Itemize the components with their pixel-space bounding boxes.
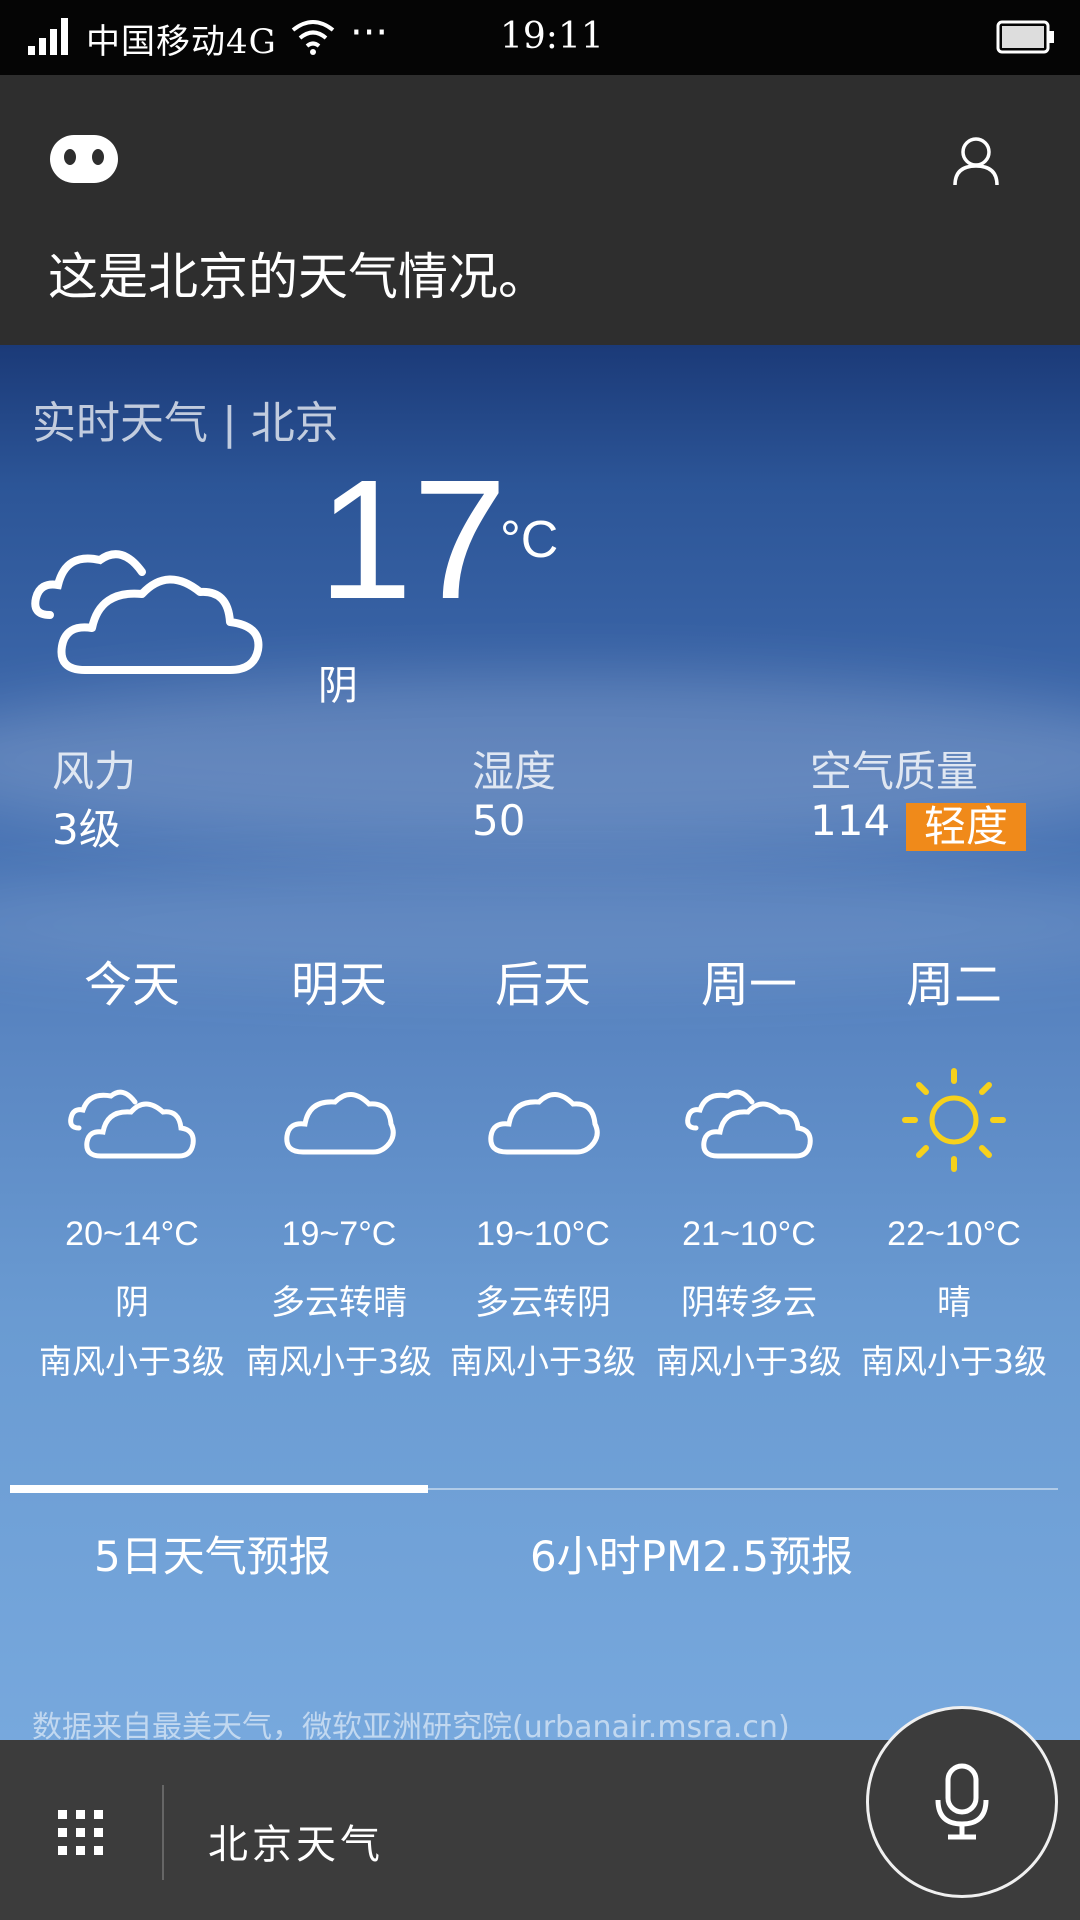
- status-bar: 中国移动4G ··· 19:11: [0, 0, 1080, 75]
- cloudy-icon: [31, 550, 263, 674]
- forecast-wind: 南风小于3级: [656, 1342, 842, 1381]
- clock: 19:11: [500, 16, 604, 57]
- user-profile-icon[interactable]: [952, 135, 1000, 187]
- forecast-day-name: 后天: [494, 957, 591, 1013]
- aqi-value: 114: [810, 796, 891, 845]
- forecast-temp: 20~14°C: [65, 1215, 199, 1253]
- apps-grid-icon[interactable]: [58, 1810, 104, 1856]
- forecast-day: 今天 20~14°C 阴 南风小于3级: [37, 945, 227, 1383]
- forecast-condition: 阴转多云: [681, 1283, 817, 1323]
- wifi-icon: [291, 20, 335, 55]
- weather-card: 实时天气 | 北京 17 °C 阴 风力 3级 湿度 50 空气质量 114 轻…: [0, 345, 1080, 1740]
- forecast-condition: 多云转阴: [475, 1283, 611, 1323]
- aqi-level-badge: 轻度: [906, 803, 1026, 851]
- current-condition: 阴: [318, 663, 358, 709]
- forecast-condition: 晴: [937, 1283, 971, 1323]
- tab-pm25-forecast[interactable]: 6小时PM2.5预报: [530, 1523, 853, 1584]
- tab-5day-forecast[interactable]: 5日天气预报: [94, 1523, 331, 1584]
- more-notifications-icon: ···: [350, 10, 389, 56]
- forecast-day-name: 明天: [290, 957, 387, 1013]
- forecast-day: 明天 19~7°C 多云转晴 南风小于3级: [244, 945, 434, 1383]
- aqi-label: 空气质量: [810, 747, 979, 796]
- bar-divider: [162, 1785, 164, 1880]
- wind-label: 风力: [52, 747, 137, 796]
- wind-value: 3级: [52, 805, 121, 854]
- microphone-button[interactable]: [866, 1706, 1058, 1898]
- forecast-day: 周一 21~10°C 阴转多云 南风小于3级: [654, 945, 844, 1383]
- active-tab-indicator: [10, 1485, 428, 1493]
- partly-cloudy-icon: [654, 1025, 844, 1215]
- cloud-icon: [448, 1025, 638, 1215]
- forecast-temp: 22~10°C: [887, 1215, 1021, 1253]
- battery-icon: [996, 20, 1054, 54]
- assistant-bot-icon[interactable]: [48, 133, 120, 185]
- forecast-day-name: 周一: [700, 957, 797, 1013]
- forecast-wind: 南风小于3级: [450, 1342, 636, 1381]
- forecast-temp: 21~10°C: [682, 1215, 816, 1253]
- data-source-note[interactable]: 数据来自最美天气，微软亚洲研究院(urbanair.msra.cn): [32, 1702, 790, 1740]
- humidity-label: 湿度: [472, 747, 557, 796]
- temperature-unit: °C: [500, 511, 559, 569]
- forecast-condition: 多云转晴: [271, 1283, 407, 1323]
- forecast-day-name: 周二: [905, 957, 1002, 1013]
- forecast-wind: 南风小于3级: [39, 1342, 225, 1381]
- current-temperature: 17: [318, 445, 508, 635]
- cloud-icon: [244, 1025, 434, 1215]
- partly-cloudy-icon: [37, 1025, 227, 1215]
- forecast-temp: 19~10°C: [476, 1215, 610, 1253]
- microphone-icon: [935, 1763, 989, 1840]
- forecast-wind: 南风小于3级: [246, 1342, 432, 1381]
- forecast-day-name: 今天: [83, 957, 180, 1013]
- carrier-label: 中国移动4G: [86, 22, 277, 62]
- assistant-reply: 这是北京的天气情况。: [48, 248, 548, 306]
- forecast-day: 后天 19~10°C 多云转阴 南风小于3级: [448, 945, 638, 1383]
- weather-title: 实时天气 | 北京: [32, 398, 339, 449]
- forecast-day: 周二 22~10°C 晴 南风小于3级: [859, 945, 1049, 1383]
- forecast-wind: 南风小于3级: [861, 1342, 1047, 1381]
- signal-icon: [28, 18, 68, 55]
- forecast-condition: 阴: [115, 1283, 149, 1323]
- voice-query-text[interactable]: 北京天气: [208, 1812, 384, 1870]
- humidity-value: 50: [472, 796, 526, 845]
- sun-icon: [859, 1025, 1049, 1215]
- forecast-temp: 19~7°C: [281, 1215, 397, 1253]
- assistant-header: 这是北京的天气情况。: [0, 75, 1080, 345]
